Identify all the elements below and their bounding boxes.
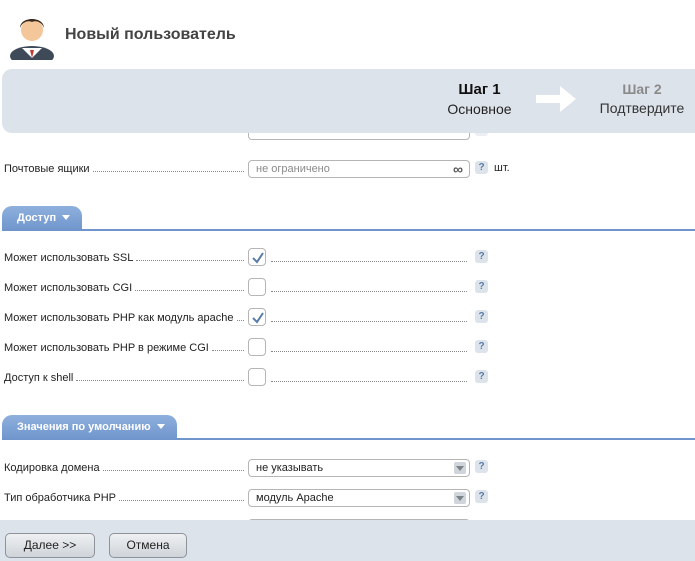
page-title: Новый пользователь <box>65 26 236 43</box>
form-row-encoding: Кодировка домена не указывать ? <box>4 458 694 480</box>
row-leader <box>271 261 467 262</box>
help-icon[interactable]: ? <box>475 250 488 263</box>
row-leader <box>271 351 467 352</box>
ssl-checkbox[interactable] <box>248 248 266 266</box>
step-2-number: Шаг 2 <box>622 81 662 97</box>
section-tab-defaults[interactable]: Значения по умолчанию <box>2 415 177 440</box>
arrow-right-icon <box>536 86 576 112</box>
form-row-mailboxes: Почтовые ящики не ограничено ∞ ? шт. <box>4 159 694 181</box>
caret-down-icon <box>62 215 71 220</box>
form-row-hidden <box>4 133 694 143</box>
section-tab-access[interactable]: Доступ <box>2 206 83 231</box>
php-handler-select[interactable]: модуль Apache <box>248 489 470 507</box>
hidden-field[interactable] <box>248 133 470 140</box>
help-icon[interactable]: ? <box>475 490 488 503</box>
php-handler-value: модуль Apache <box>256 492 334 504</box>
help-icon[interactable]: ? <box>475 310 488 323</box>
step-2-name: Подтвердите <box>599 100 685 116</box>
php-handler-label: Тип обработчика PHP <box>4 492 244 504</box>
row-leader <box>271 381 467 382</box>
section-access-title: Доступ <box>17 212 57 224</box>
checkmark-icon <box>252 312 264 324</box>
help-icon[interactable]: ? <box>475 280 488 293</box>
mailboxes-input[interactable]: не ограничено ∞ <box>248 160 470 178</box>
user-avatar-icon <box>10 19 54 60</box>
step-1-number: Шаг 1 <box>458 81 501 98</box>
mailboxes-placeholder: не ограничено <box>256 163 330 175</box>
chevron-down-icon[interactable] <box>454 462 466 474</box>
cgi-label: Может использовать CGI <box>4 282 244 294</box>
shell-checkbox[interactable] <box>248 368 266 386</box>
help-icon[interactable]: ? <box>475 370 488 383</box>
php-cgi-label: Может использовать PHP в режиме CGI <box>4 342 244 354</box>
step-1-name: Основное <box>447 101 512 117</box>
ssl-label: Может использовать SSL <box>4 252 244 264</box>
help-icon[interactable]: ? <box>475 161 488 174</box>
section-defaults-title: Значения по умолчанию <box>17 421 151 433</box>
form-scroll-area[interactable]: Почтовые ящики не ограничено ∞ ? шт. Дос… <box>0 133 695 520</box>
form-row-php-cgi: Может использовать PHP в режиме CGI ? <box>4 338 694 360</box>
infinity-icon[interactable]: ∞ <box>453 162 463 176</box>
chevron-down-icon[interactable] <box>454 492 466 504</box>
php-apache-checkbox[interactable] <box>248 308 266 326</box>
step-1: Шаг 1 Основное <box>432 81 527 117</box>
cancel-button[interactable]: Отмена <box>109 533 187 558</box>
help-icon[interactable]: ? <box>475 460 488 473</box>
form-row-php-handler: Тип обработчика PHP модуль Apache ? <box>4 488 694 510</box>
step-2: Шаг 2 Подтвердите <box>592 81 692 116</box>
checkmark-icon <box>252 252 264 264</box>
mailboxes-unit: шт. <box>494 162 510 174</box>
shell-label: Доступ к shell <box>4 372 244 384</box>
wizard-steps: Шаг 1 Основное Шаг 2 Подтвердите <box>2 69 695 133</box>
help-icon[interactable]: ? <box>475 340 488 353</box>
mailboxes-label: Почтовые ящики <box>4 163 244 175</box>
encoding-select[interactable]: не указывать <box>248 459 470 477</box>
section-divider <box>2 229 695 231</box>
form-row-cgi: Может использовать CGI ? <box>4 278 694 300</box>
caret-down-icon <box>156 424 165 429</box>
form-row-shell: Доступ к shell ? <box>4 368 694 390</box>
form-row-ssl: Может использовать SSL ? <box>4 248 694 270</box>
encoding-value: не указывать <box>256 462 324 474</box>
encoding-label: Кодировка домена <box>4 462 244 474</box>
php-cgi-checkbox[interactable] <box>248 338 266 356</box>
cgi-checkbox[interactable] <box>248 278 266 296</box>
form-row-php-apache: Может использовать PHP как модуль apache… <box>4 308 694 330</box>
next-button[interactable]: Далее >> <box>5 533 95 558</box>
row-leader <box>271 291 467 292</box>
page-header: Новый пользователь <box>0 0 695 68</box>
php-apache-label: Может использовать PHP как модуль apache <box>4 312 244 324</box>
footer-bar: Далее >> Отмена <box>0 520 695 561</box>
row-leader <box>271 321 467 322</box>
help-icon[interactable] <box>475 133 488 136</box>
section-divider <box>2 438 695 440</box>
